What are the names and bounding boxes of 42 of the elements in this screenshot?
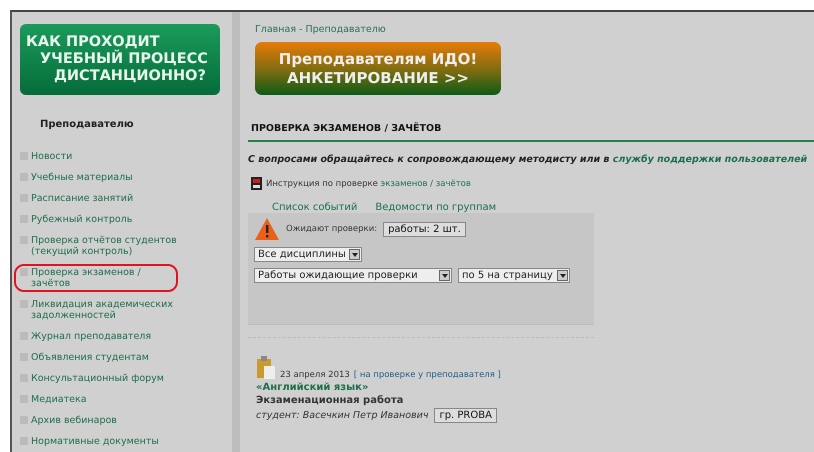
warning-icon <box>254 217 280 241</box>
clipboard-icon <box>256 356 276 380</box>
sidebar-link[interactable]: Журнал преподавателя <box>31 331 152 342</box>
tab-link[interactable]: Ведомости по группам <box>375 202 496 213</box>
sidebar-link[interactable]: Рубежный контроль <box>31 214 132 225</box>
discipline-select[interactable]: Все дисциплины <box>254 247 362 262</box>
sidebar-link[interactable]: Расписание занятий <box>31 193 134 204</box>
group-button[interactable]: гр. PROBA <box>434 408 497 423</box>
sidebar-link[interactable]: Архив вебинаров <box>31 415 117 426</box>
caret-icon <box>352 252 358 256</box>
document-icon <box>251 177 262 190</box>
bullet-icon <box>20 268 28 276</box>
sidebar-link[interactable]: Консультационный форум <box>31 373 164 384</box>
per-page-select[interactable]: по 5 на страницу <box>458 268 570 283</box>
student-name: студент: Васечкин Петр Иванович <box>256 410 428 421</box>
page-heading: ПРОВЕРКА ЭКЗАМЕНОВ / ЗАЧЁТОВ <box>248 123 814 142</box>
instruction-link[interactable]: экзаменов / зачётов <box>380 178 471 188</box>
sidebar-link[interactable]: Проверка отчётов студентов (текущий контроль) <box>31 235 226 257</box>
status-link[interactable]: [ на проверке у преподавателя ] <box>354 370 501 380</box>
caret-icon <box>560 274 566 278</box>
tab-link[interactable]: Список событий <box>272 202 358 213</box>
info-banner[interactable]: КАК ПРОХОДИТ УЧЕБНЫЙ ПРОЦЕСС ДИСТАНЦИОННО? <box>20 24 220 95</box>
work-date: 23 апреля 2013 <box>280 370 350 380</box>
breadcrumb[interactable]: Главная - Преподавателю <box>255 24 814 35</box>
sidebar-link[interactable]: Учебные материалы <box>31 172 133 183</box>
sidebar-link[interactable]: Ликвидация академических задолженностей <box>31 299 226 321</box>
sidebar-link[interactable]: Объявления студентам <box>31 352 149 363</box>
sidebar-title: Преподавателю <box>40 119 135 130</box>
sidebar-link[interactable]: Нормативные документы <box>31 436 159 447</box>
status-select[interactable]: Работы ожидающие проверки <box>254 268 452 283</box>
sidebar-link[interactable]: Медиатека <box>31 394 87 405</box>
caret-icon <box>442 274 448 278</box>
work-type: Экзаменационная работа <box>256 395 404 406</box>
survey-banner[interactable]: Преподавателям ИДО! АНКЕТИРОВАНИЕ >> <box>255 42 501 95</box>
notice-text: С вопросами обращайтесь к сопровождающему методисту или в службу поддержки пользователей <box>248 154 808 165</box>
pending-label: Ожидают проверки: <box>286 224 378 234</box>
sidebar-link[interactable]: Проверка экзаменов / зачётов <box>31 267 172 289</box>
pending-button[interactable]: работы: 2 шт. <box>383 222 466 236</box>
sidebar-link[interactable]: Новости <box>31 151 72 162</box>
support-link[interactable]: службу поддержки пользователей <box>612 154 808 165</box>
course-link[interactable]: «Английский язык» <box>256 382 586 393</box>
instruction-text: Инструкция по проверке экзаменов / зачётов <box>266 178 471 188</box>
